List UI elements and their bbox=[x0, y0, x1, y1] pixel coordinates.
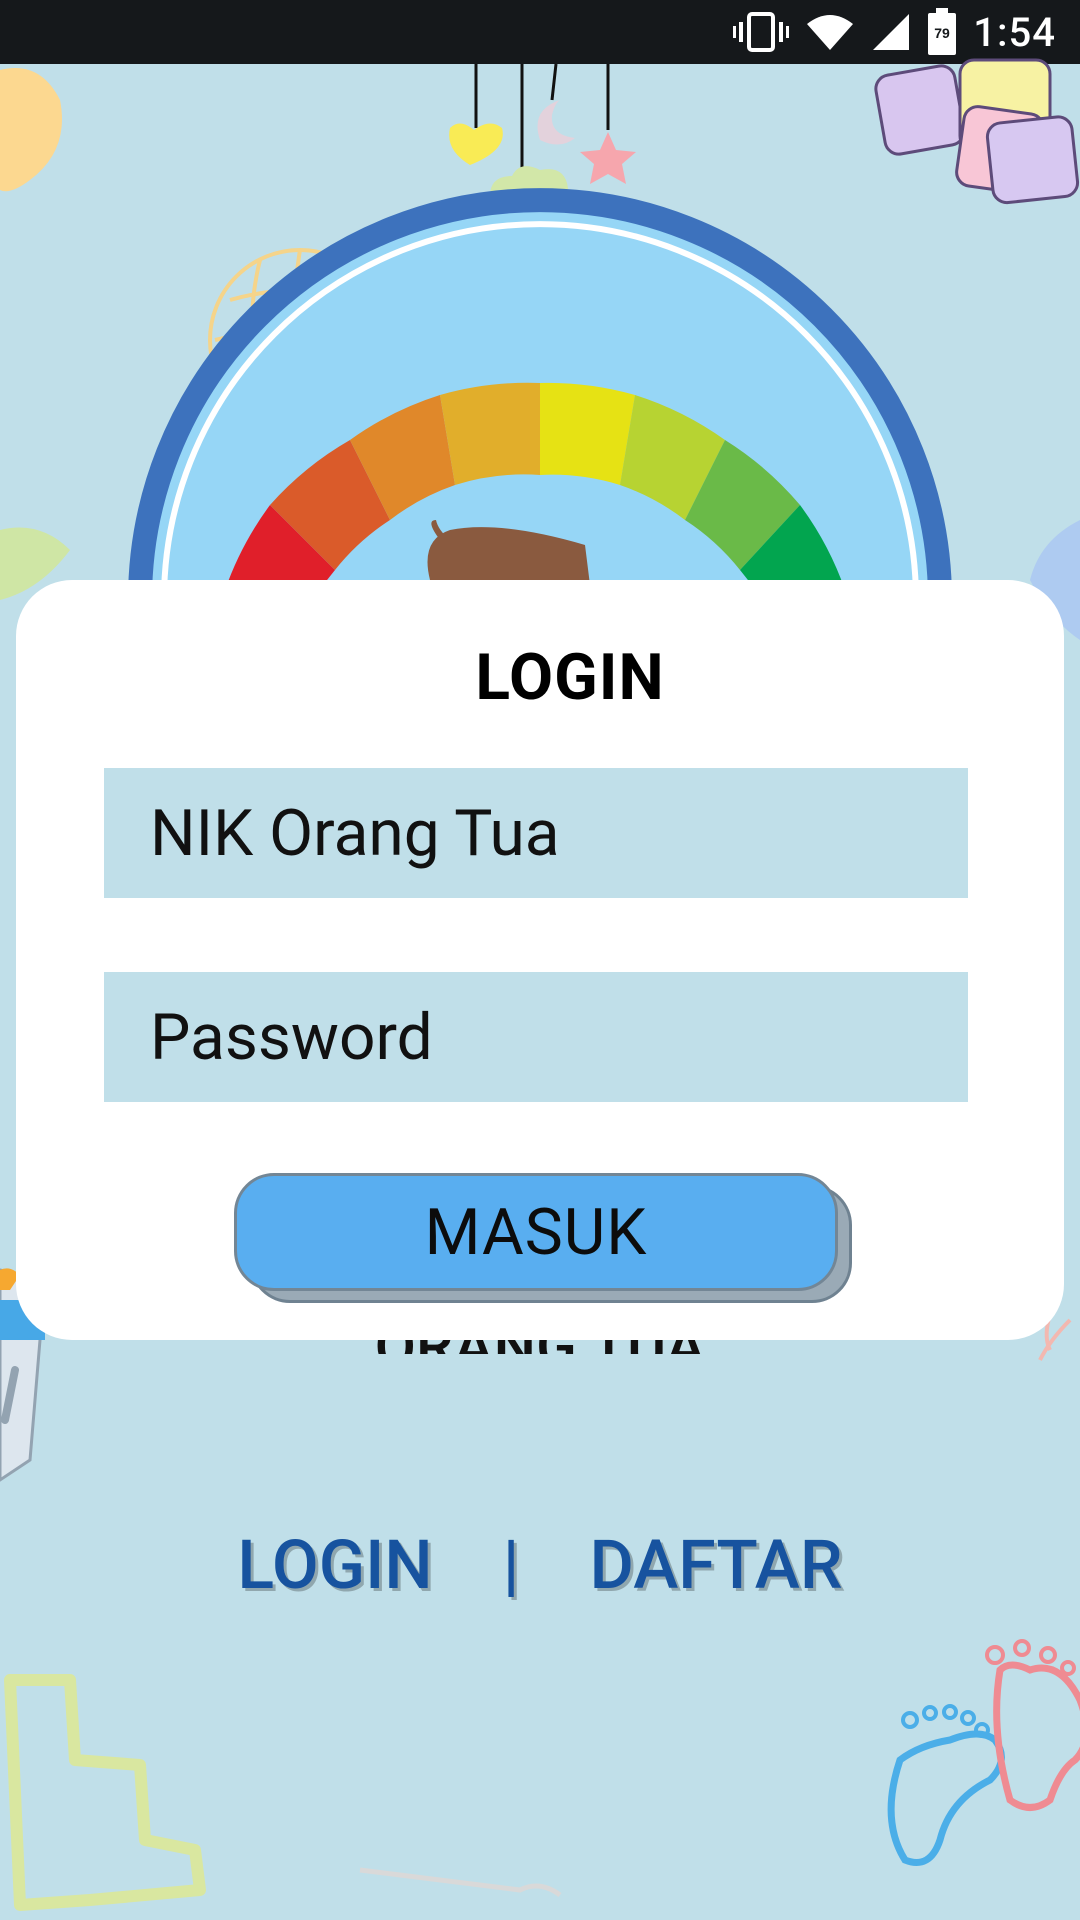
submit-button[interactable]: MASUK bbox=[234, 1173, 838, 1291]
nav-separator: | bbox=[502, 1525, 520, 1605]
login-title: LOGIN bbox=[475, 640, 665, 715]
register-link[interactable]: DAFTAR bbox=[590, 1525, 843, 1605]
bottom-nav: LOGIN | DAFTAR bbox=[0, 1525, 1080, 1605]
password-input-placeholder: Password bbox=[150, 999, 433, 1075]
nik-input-placeholder: NIK Orang Tua bbox=[150, 795, 560, 871]
nik-input[interactable]: NIK Orang Tua bbox=[104, 768, 968, 898]
password-input[interactable]: Password bbox=[104, 972, 968, 1102]
login-link[interactable]: LOGIN bbox=[237, 1525, 432, 1605]
